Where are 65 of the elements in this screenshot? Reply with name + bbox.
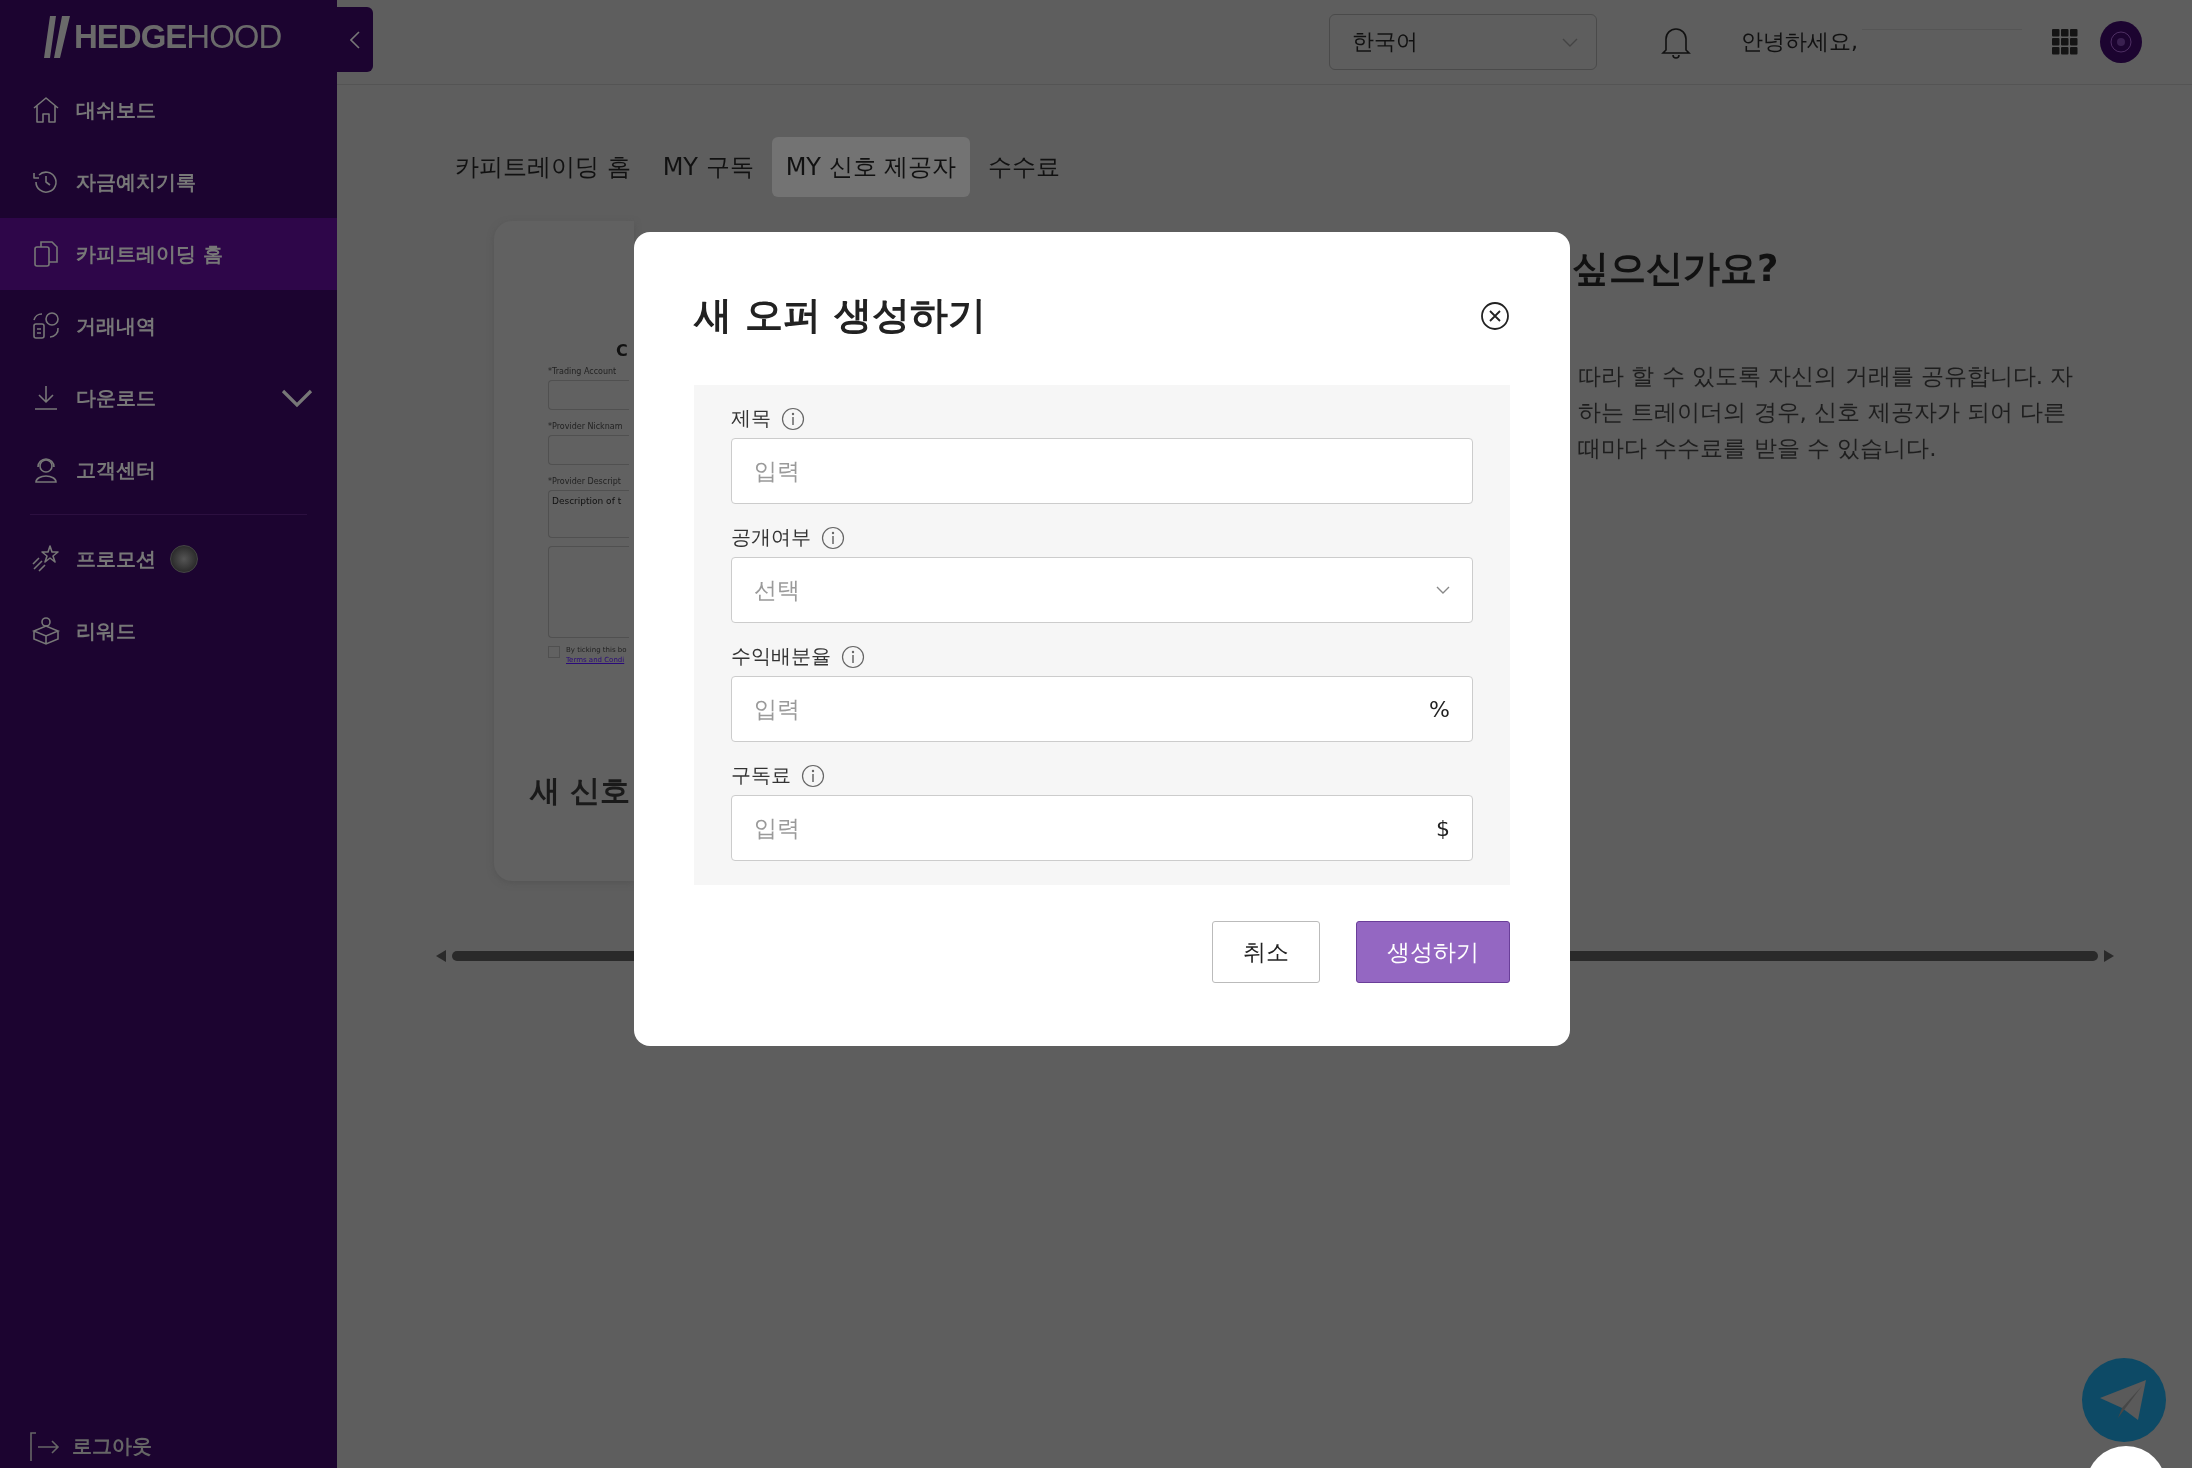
sidebar-label: 카피트레이딩 홈 [76, 240, 223, 268]
sidebar-item[interactable]: 자금예치기록 [0, 146, 337, 218]
sidebar-item[interactable]: 다운로드 [0, 362, 337, 434]
paragraph-line: 따라 할 수 있도록 자신의 거래를 공유합니다. 자 [1578, 362, 2074, 391]
section-heading: 새 신호 [530, 772, 631, 810]
sidebar-label: 다운로드 [76, 384, 156, 412]
info-icon[interactable] [821, 525, 845, 550]
coin-icon [170, 545, 198, 573]
tab[interactable]: MY 신호 제공자 [771, 137, 971, 197]
info-icon[interactable] [781, 406, 805, 431]
bell-icon[interactable] [1661, 25, 1691, 59]
chevron-down-icon [1562, 37, 1578, 47]
field-label: *Provider Descript [548, 477, 622, 486]
select-field[interactable]: 선택 [731, 557, 1473, 623]
chevron-down-icon [1436, 586, 1450, 594]
sidebar-label: 자금예치기록 [76, 168, 196, 196]
info-icon[interactable] [801, 763, 825, 788]
info-icon[interactable] [841, 644, 865, 669]
unit-label: % [1429, 696, 1450, 722]
sidebar-label: 거래내역 [76, 312, 156, 340]
avatar[interactable] [2100, 21, 2142, 63]
close-icon[interactable] [1480, 300, 1510, 331]
section-heading: 싶으신가요? [1572, 246, 1780, 292]
logo-mark-icon [44, 16, 70, 58]
create-button[interactable]: 생성하기 [1356, 921, 1510, 983]
logout-icon [28, 1431, 62, 1461]
sidebar-item[interactable]: 카피트레이딩 홈 [0, 218, 337, 290]
sidebar-item[interactable]: 프로모션 [0, 523, 337, 595]
tab[interactable]: 카피트레이딩 홈 [441, 137, 645, 197]
unit-label: $ [1436, 815, 1450, 841]
sidebar-item[interactable]: 고객센터 [0, 434, 337, 506]
cancel-button[interactable]: 취소 [1212, 921, 1320, 983]
field-label: 구독료 [731, 762, 791, 789]
gift-box-icon [30, 615, 62, 647]
input-field[interactable]: 입력 [731, 438, 1473, 504]
transactions-icon [30, 310, 62, 342]
field-label: 제목 [731, 405, 771, 432]
sidebar-label: 대쉬보드 [76, 96, 156, 124]
sidebar-label: 프로모션 [76, 545, 156, 573]
apps-grid-icon[interactable] [2052, 29, 2078, 55]
text-area[interactable]: Description of t [548, 490, 629, 538]
language-select[interactable]: 한국어 [1329, 14, 1597, 70]
logout-link[interactable]: 로그아웃 [0, 1426, 337, 1466]
paragraph-line: 하는 트레이더의 경우, 신호 제공자가 되어 다른 [1578, 398, 2068, 427]
field-label: 수익배분율 [731, 643, 831, 670]
greeting-text: 안녕하세요, [1741, 28, 1858, 56]
sidebar-item[interactable]: 리워드 [0, 595, 337, 667]
input-field[interactable]: 입력 % [731, 676, 1473, 742]
paragraph-line: 때마다 수수료를 받을 수 있습니다. [1578, 434, 1938, 463]
collapse-button[interactable] [337, 7, 373, 72]
form-title: C [616, 341, 628, 360]
chevron-left-icon [350, 30, 360, 49]
sidebar-item[interactable]: 대쉬보드 [0, 74, 337, 146]
sidebar-label: 리워드 [76, 617, 136, 645]
dialog-title: 새 오퍼 생성하기 [694, 292, 987, 339]
field-label: 공개여부 [731, 524, 811, 551]
sidebar-item[interactable]: 거래내역 [0, 290, 337, 362]
tab[interactable]: 수수료 [974, 137, 1075, 197]
field-label: *Trading Account [548, 367, 618, 376]
sidebar-label: 고객센터 [76, 456, 156, 484]
brand-logo: HEDGEHOOD [74, 18, 282, 56]
scroll-right-icon[interactable] [2104, 950, 2114, 962]
tab[interactable]: MY 구독 [648, 137, 768, 197]
scroll-left-icon[interactable] [436, 950, 446, 962]
input-field[interactable]: 입력 $ [731, 795, 1473, 861]
